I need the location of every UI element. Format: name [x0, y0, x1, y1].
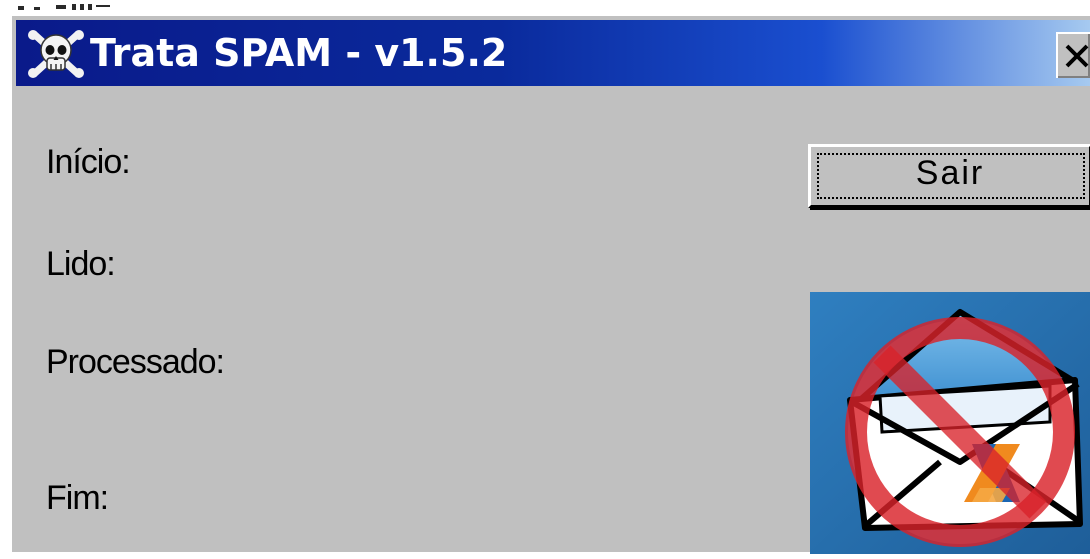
top-edge-artifact: [14, 0, 174, 14]
window-title: Trata SPAM - v1.5.2: [90, 31, 508, 75]
close-x-icon: [1065, 44, 1089, 68]
close-button[interactable]: [1056, 32, 1090, 78]
title-bar[interactable]: Trata SPAM - v1.5.2: [16, 20, 1090, 86]
lido-label: Lido:: [46, 245, 116, 283]
inicio-label: Início:: [46, 143, 131, 181]
app-window: Trata SPAM - v1.5.2 Início: Lido: Proces…: [10, 14, 1090, 554]
no-spam-envelope-icon: [810, 292, 1090, 554]
sair-button[interactable]: Sair: [808, 144, 1090, 208]
skull-crossbones-icon: [28, 28, 84, 80]
fim-label: Fim:: [46, 479, 109, 517]
sair-button-label: Sair: [915, 154, 985, 192]
processado-label: Processado:: [46, 343, 225, 381]
